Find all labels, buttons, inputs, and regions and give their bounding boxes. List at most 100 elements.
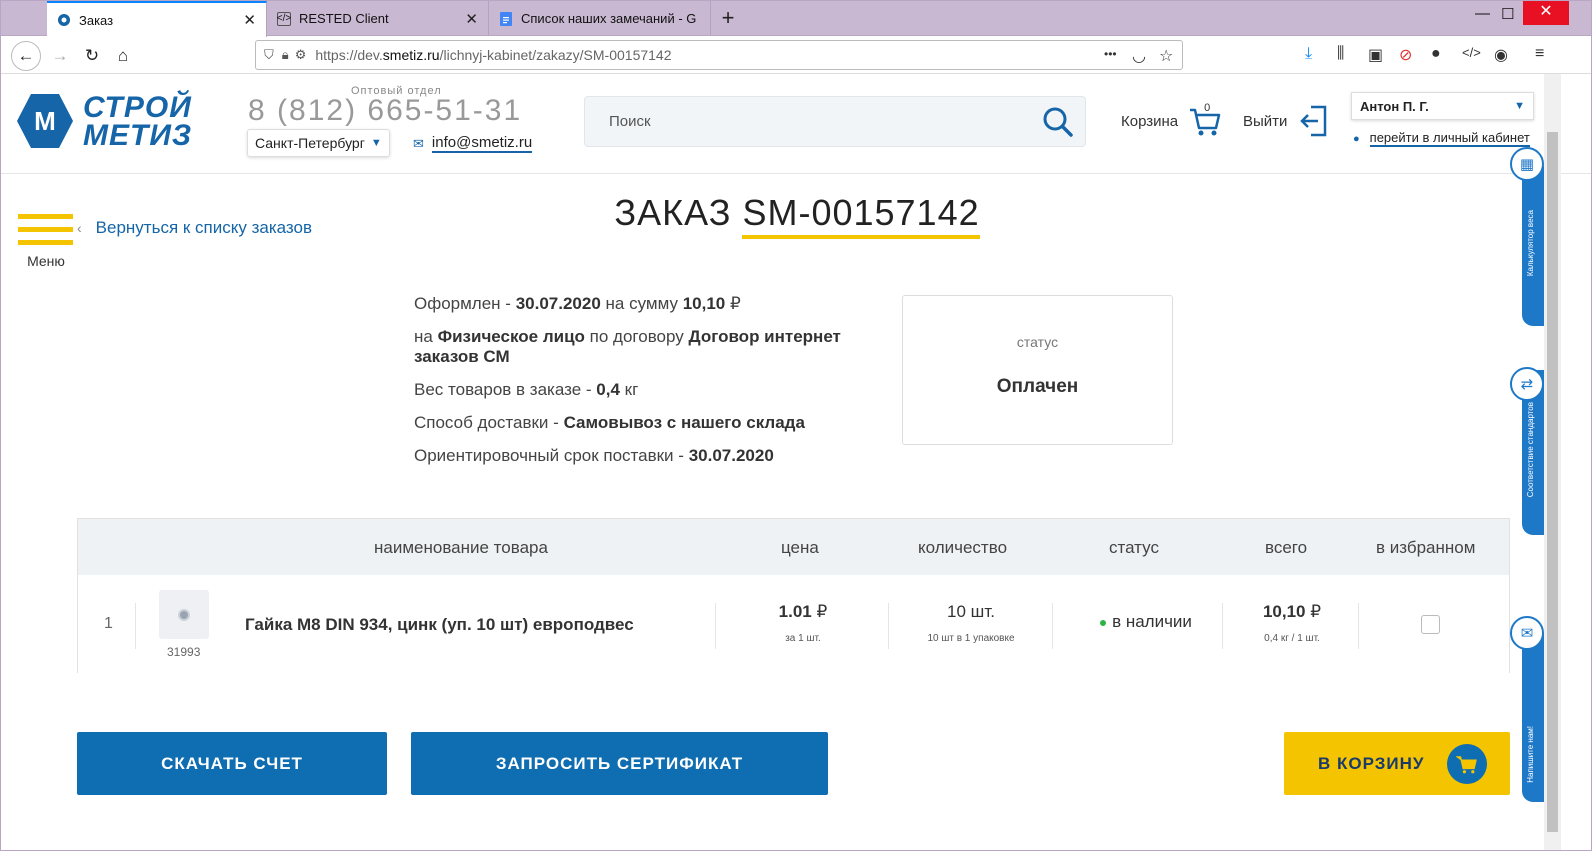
column-divider bbox=[888, 603, 889, 649]
reload-icon[interactable]: ↻ bbox=[77, 41, 107, 71]
tab-order[interactable]: Заказ ✕ bbox=[47, 1, 267, 37]
widget-label: Напишите нам! bbox=[1526, 726, 1535, 783]
tab-label: Список наших замечаний - G bbox=[521, 11, 697, 26]
dev-tools-icon[interactable]: </> bbox=[1462, 45, 1481, 60]
column-divider bbox=[715, 603, 716, 649]
request-certificate-button[interactable]: ЗАПРОСИТЬ СЕРТИФИКАТ bbox=[411, 732, 828, 795]
url-text[interactable]: https://dev.smetiz.ru/lichnyj-kabinet/za… bbox=[315, 47, 671, 63]
smetiz-favicon-icon bbox=[57, 13, 71, 27]
cabinet-link[interactable]: ● перейти в личный кабинет bbox=[1353, 130, 1530, 147]
library-icon[interactable]: ⫼ bbox=[1337, 45, 1344, 63]
maximize-icon[interactable]: ☐ bbox=[1501, 5, 1514, 23]
page-actions-icon[interactable]: ••• bbox=[1104, 47, 1117, 61]
column-divider bbox=[1052, 603, 1053, 649]
menu-label: Меню bbox=[27, 253, 65, 269]
cart-icon: 0 bbox=[1188, 102, 1222, 138]
col-name: наименование товара bbox=[374, 538, 548, 557]
sidebar-icon[interactable]: ▣ bbox=[1368, 45, 1383, 65]
menu-bar-icon bbox=[18, 240, 73, 245]
permissions-icon: ⚙ bbox=[294, 47, 307, 62]
chevron-down-icon: ▼ bbox=[370, 137, 382, 149]
nut-image-icon bbox=[178, 608, 190, 621]
table-row: 1 31993 Гайка М8 DIN 934, цинк (уп. 10 ш… bbox=[78, 575, 1509, 674]
row-qty: 10 шт. 10 шт в 1 упаковке bbox=[891, 602, 1051, 644]
calculator-icon[interactable]: ▦ bbox=[1510, 147, 1544, 181]
tab-label: RESTED Client bbox=[299, 11, 389, 26]
order-items-table: наименование товара цена количество стат… bbox=[77, 518, 1510, 674]
tab-label: Заказ bbox=[79, 12, 114, 28]
person-icon: ● bbox=[1353, 132, 1360, 145]
col-price: цена bbox=[781, 538, 819, 557]
extension-icon[interactable]: ● bbox=[1431, 45, 1441, 63]
favorite-checkbox[interactable] bbox=[1421, 615, 1440, 634]
cart-count: 0 bbox=[1204, 102, 1211, 114]
close-icon[interactable]: ✕ bbox=[243, 11, 256, 29]
email-link[interactable]: ✉ info@smetiz.ru bbox=[413, 134, 533, 153]
row-price: 1.01 ₽ за 1 шт. bbox=[723, 602, 883, 644]
tab-google-docs[interactable]: Список наших замечаний - G bbox=[489, 1, 711, 36]
user-menu[interactable]: Антон П. Г. ▼ bbox=[1351, 92, 1534, 120]
chat-bubble-icon[interactable]: ✉ bbox=[1510, 616, 1544, 650]
table-header: наименование товара цена количество стат… bbox=[78, 519, 1509, 575]
forward-arrow-icon[interactable]: → bbox=[45, 41, 75, 71]
search-box bbox=[584, 96, 1086, 147]
search-input[interactable] bbox=[585, 97, 1025, 146]
home-icon[interactable]: ⌂ bbox=[108, 41, 138, 71]
logout-link[interactable]: Выйти bbox=[1243, 104, 1329, 138]
back-arrow-icon[interactable]: ← bbox=[11, 41, 41, 71]
lock-icon: 🔒︎ bbox=[281, 47, 289, 62]
download-invoice-button[interactable]: СКАЧАТЬ СЧЕТ bbox=[77, 732, 387, 795]
widget-label: Калькулятор веса bbox=[1526, 210, 1535, 277]
order-payer: на Физическое лицо по договору Договор и… bbox=[414, 327, 841, 366]
row-stock-status: в наличии bbox=[1066, 612, 1226, 632]
swap-arrows-icon[interactable]: ⇄ bbox=[1510, 367, 1544, 401]
window-close-icon[interactable]: ✕ bbox=[1523, 1, 1569, 25]
close-icon[interactable]: ✕ bbox=[465, 10, 478, 28]
add-to-cart-button[interactable]: В КОРЗИНУ bbox=[1284, 732, 1510, 795]
download-icon[interactable]: ⤓ bbox=[1305, 45, 1312, 63]
order-eta: Ориентировочный срок поставки - 30.07.20… bbox=[414, 446, 774, 465]
scrollbar-thumb[interactable] bbox=[1547, 132, 1558, 832]
column-divider bbox=[135, 603, 136, 649]
logo-line-1: СТРОЙ bbox=[83, 91, 192, 124]
phone-number[interactable]: 8 (812) 665-51-31 bbox=[248, 94, 522, 128]
pocket-icon[interactable]: ◡ bbox=[1132, 46, 1146, 66]
row-number: 1 bbox=[104, 615, 113, 632]
search-icon[interactable] bbox=[1041, 105, 1075, 139]
logout-label: Выйти bbox=[1243, 112, 1288, 130]
col-qty: количество bbox=[918, 538, 1008, 557]
logo-hexagon-icon: М bbox=[17, 94, 73, 148]
chevron-down-icon: ▼ bbox=[1514, 100, 1525, 112]
status-label: статус bbox=[1016, 334, 1059, 350]
in-stock-dot-icon bbox=[1100, 619, 1107, 626]
order-weight: Вес товаров в заказе - 0,4 кг bbox=[414, 380, 639, 399]
hamburger-menu-icon[interactable]: ≡ bbox=[1535, 45, 1544, 63]
site-header: М СТРОЙ МЕТИЗ Оптовый отдел 8 (812) 665-… bbox=[1, 74, 1591, 174]
product-name-link[interactable]: Гайка М8 DIN 934, цинк (уп. 10 шт) европ… bbox=[245, 615, 634, 635]
status-badge: Оплачен bbox=[996, 376, 1079, 397]
write-us-widget[interactable]: Напишите нам! bbox=[1522, 634, 1544, 802]
new-tab-button[interactable]: + bbox=[717, 5, 739, 31]
address-bar[interactable]: ⛉ 🔒︎ ⚙ https://dev.smetiz.ru/lichnyj-kab… bbox=[255, 40, 1183, 70]
city-select[interactable]: Санкт-Петербург ▼ bbox=[247, 129, 390, 157]
header-cart[interactable]: Корзина 0 bbox=[1121, 102, 1222, 138]
minimize-icon[interactable]: — bbox=[1475, 5, 1490, 22]
total-note: 0,4 кг / 1 шт. bbox=[1264, 633, 1320, 644]
city-label: Санкт-Петербург bbox=[255, 135, 365, 151]
user-name: Антон П. Г. bbox=[1360, 98, 1429, 114]
site-logo[interactable]: М СТРОЙ МЕТИЗ bbox=[17, 91, 215, 151]
order-number: SM-00157142 bbox=[742, 192, 980, 239]
account-icon[interactable]: ◉ bbox=[1494, 45, 1508, 65]
tab-rested-client[interactable]: </> RESTED Client ✕ bbox=[267, 1, 489, 36]
product-thumbnail[interactable] bbox=[159, 590, 209, 639]
code-icon: </> bbox=[276, 11, 292, 26]
shield-icon: ⛉ bbox=[264, 47, 274, 62]
page-title: ЗАКАЗ SM-00157142 bbox=[1, 192, 1591, 239]
browser-window: Заказ ✕ </> RESTED Client ✕ Список наших… bbox=[0, 0, 1592, 851]
order-delivery: Способ доставки - Самовывоз с нашего скл… bbox=[414, 413, 805, 432]
web-page: М СТРОЙ МЕТИЗ Оптовый отдел 8 (812) 665-… bbox=[1, 74, 1591, 850]
cabinet-link-label: перейти в личный кабинет bbox=[1369, 130, 1530, 147]
weight-calculator-widget[interactable]: Калькулятор веса bbox=[1522, 166, 1544, 326]
blocker-extension-icon[interactable]: ⊘ bbox=[1399, 45, 1412, 65]
bookmark-star-icon[interactable]: ☆ bbox=[1159, 46, 1173, 66]
